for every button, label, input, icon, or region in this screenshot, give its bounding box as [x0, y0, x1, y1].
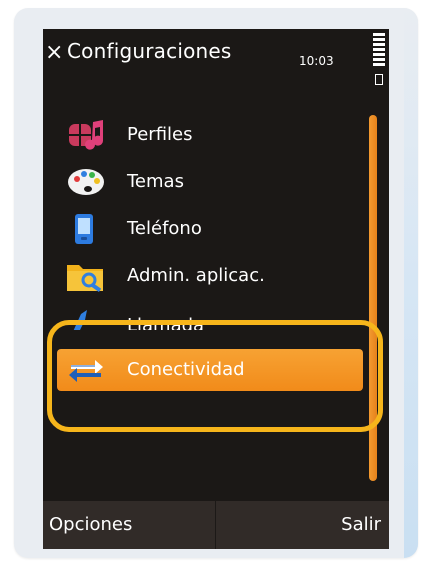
phone-screen: × Configuraciones 10:03 Perfiles Temas T…	[43, 29, 389, 549]
phone-icon	[75, 214, 93, 244]
status-bar: × Configuraciones 10:03	[43, 29, 389, 93]
options-label: Opciones	[49, 514, 133, 535]
profiles-icon	[69, 120, 104, 150]
list-item-temas[interactable]: Temas	[57, 161, 363, 203]
list-item-label: Temas	[127, 171, 184, 192]
card-edge	[404, 8, 418, 558]
list-item-telefono[interactable]: Teléfono	[57, 208, 363, 250]
exit-softkey[interactable]: Salir	[216, 501, 389, 549]
list-item-perfiles[interactable]: Perfiles	[57, 114, 363, 156]
clock: 10:03	[299, 54, 334, 68]
app-manager-folder-icon	[67, 265, 103, 293]
highlight-ring	[47, 320, 383, 432]
list-item-label: Admin. aplicac.	[127, 265, 265, 286]
battery-icon	[375, 74, 383, 85]
list-item-label: Teléfono	[127, 218, 202, 239]
list-item-admin-aplicac[interactable]: Admin. aplicac.	[57, 255, 363, 297]
list-item-label: Perfiles	[127, 124, 193, 145]
close-icon[interactable]: ×	[45, 42, 65, 64]
exit-label: Salir	[341, 514, 381, 535]
softkey-bar: Opciones Salir	[43, 501, 389, 549]
page-title: Configuraciones	[67, 39, 232, 63]
signal-strength-icon	[373, 33, 385, 68]
options-softkey[interactable]: Opciones	[43, 501, 216, 549]
themes-palette-icon	[68, 169, 104, 195]
